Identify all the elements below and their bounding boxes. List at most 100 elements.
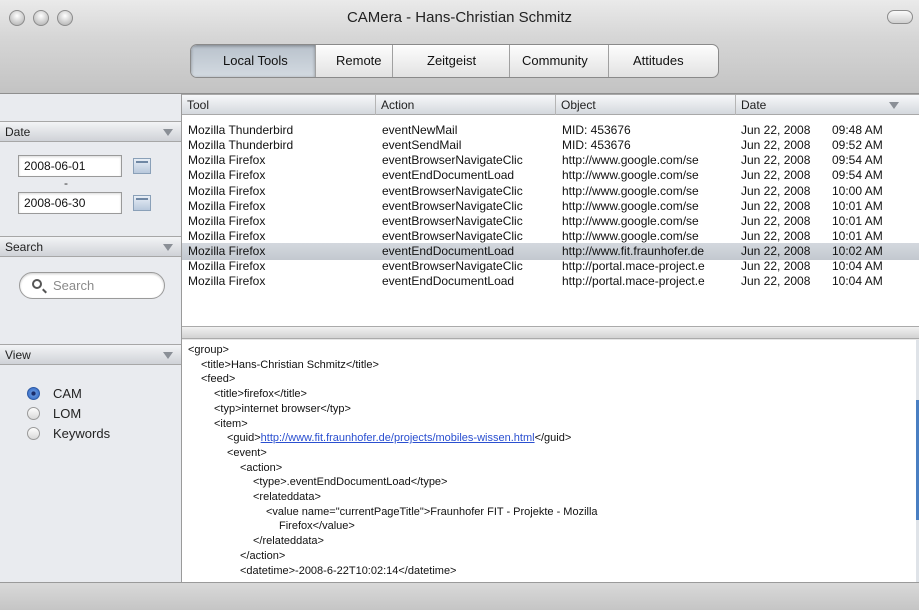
cell-tool: Mozilla Firefox	[188, 168, 266, 182]
cell-date: Jun 22, 2008	[741, 123, 811, 137]
search-input[interactable]: Search	[19, 272, 165, 299]
cell-object: http://www.fit.fraunhofer.de	[562, 244, 705, 258]
cell-action: eventNewMail	[382, 123, 458, 137]
cell-date: Jun 22, 2008	[741, 184, 811, 198]
xml-text: <event>	[227, 446, 267, 459]
radio-cam[interactable]	[27, 387, 40, 400]
column-header-tool[interactable]: Tool	[182, 95, 375, 115]
xml-text: <value name="currentPageTitle">Fraunhofe…	[266, 505, 598, 518]
date-section-header[interactable]: Date	[0, 121, 181, 142]
radio-lom-label[interactable]: LOM	[53, 406, 81, 421]
xml-line: <item>	[214, 418, 248, 431]
app-window: CAMera - Hans-Christian Schmitz Local To…	[0, 0, 919, 610]
radio-lom[interactable]	[27, 407, 40, 420]
split-pane-divider[interactable]	[182, 326, 919, 339]
column-header-date[interactable]: Date	[735, 95, 919, 115]
tab-zeitgeist[interactable]: Zeitgeist	[393, 45, 510, 77]
cell-object: http://www.google.com/se	[562, 214, 699, 228]
xml-guid-link[interactable]: http://www.fit.fraunhofer.de/projects/mo…	[261, 432, 535, 444]
tab-local-tools[interactable]: Local Tools	[191, 45, 316, 77]
column-header-action[interactable]: Action	[375, 95, 555, 115]
table-row[interactable]: Mozilla Firefox eventEndDocumentLoad http:…	[182, 273, 919, 290]
cell-action: eventBrowserNavigateClic	[382, 259, 523, 273]
radio-keywords[interactable]	[27, 427, 40, 440]
cell-tool: Mozilla Firefox	[188, 199, 266, 213]
xml-text: <typ>internet browser</typ>	[214, 402, 351, 415]
table-row[interactable]: Mozilla Firefox eventEndDocumentLoad http:…	[182, 167, 919, 184]
table-header: Tool Action Object Date	[182, 94, 919, 115]
cell-action: eventBrowserNavigateClic	[382, 229, 523, 243]
title-bar: CAMera - Hans-Christian Schmitz Local To…	[0, 0, 919, 94]
xml-line: <typ>internet browser</typ>	[214, 403, 351, 416]
date-from-field[interactable]: 2008-06-01	[18, 155, 122, 177]
xml-line: <value name="currentPageTitle">Fraunhofe…	[266, 506, 598, 519]
xml-text: </guid>	[534, 432, 572, 445]
cell-tool: Mozilla Firefox	[188, 259, 266, 273]
cell-action: eventBrowserNavigateClic	[382, 199, 523, 213]
xml-line: <guid>http://www.fit.fraunhofer.de/proje…	[227, 432, 571, 445]
cell-action: eventEndDocumentLoad	[382, 168, 515, 182]
cell-date: Jun 22, 2008	[741, 199, 811, 213]
cell-time: 09:52 AM	[832, 138, 883, 152]
xml-line: <title>Hans-Christian Schmitz</title>	[201, 359, 379, 372]
cell-time: 10:04 AM	[832, 274, 883, 288]
toolbar-toggle-button[interactable]	[887, 10, 913, 24]
cell-tool: Mozilla Thunderbird	[188, 138, 294, 152]
date-to-field[interactable]: 2008-06-30	[18, 192, 122, 214]
status-bar	[0, 582, 919, 610]
xml-line: <type>.eventEndDocumentLoad</type>	[253, 476, 447, 489]
search-section-label: Search	[5, 240, 44, 254]
chevron-down-icon	[163, 352, 173, 359]
calendar-icon[interactable]	[133, 195, 151, 211]
cell-action: eventSendMail	[382, 138, 462, 152]
cell-time: 09:48 AM	[832, 123, 883, 137]
cell-date: Jun 22, 2008	[741, 274, 811, 288]
cell-tool: Mozilla Firefox	[188, 214, 266, 228]
search-section-header[interactable]: Search	[0, 236, 181, 257]
cell-tool: Mozilla Firefox	[188, 244, 266, 258]
cell-object: http://www.google.com/se	[562, 168, 699, 182]
xml-line: <relateddata>	[253, 491, 321, 504]
chevron-down-icon	[163, 244, 173, 251]
radio-keywords-label[interactable]: Keywords	[53, 426, 110, 441]
xml-text: </action>	[240, 549, 286, 562]
cell-tool: Mozilla Firefox	[188, 153, 266, 167]
xml-line: </action>	[240, 550, 285, 563]
column-header-date-label: Date	[741, 98, 767, 112]
cell-object: http://portal.mace-project.e	[562, 259, 705, 273]
tab-community[interactable]: Community	[510, 45, 609, 77]
cell-action: eventEndDocumentLoad	[382, 244, 515, 258]
cell-time: 10:01 AM	[832, 214, 883, 228]
xml-line: <feed>	[201, 373, 235, 386]
search-placeholder: Search	[53, 278, 95, 293]
tab-attitudes[interactable]: Attitudes	[609, 45, 718, 77]
cell-object: http://portal.mace-project.e	[562, 274, 705, 288]
tab-remote[interactable]: Remote	[316, 45, 393, 77]
event-table: Tool Action Object Date Mozilla Thunderb…	[182, 94, 919, 326]
cell-object: MID: 453676	[562, 138, 631, 152]
xml-text: <feed>	[201, 373, 236, 386]
cell-object: http://www.google.com/se	[562, 184, 699, 198]
cell-date: Jun 22, 2008	[741, 214, 811, 228]
cell-time: 10:01 AM	[832, 229, 883, 243]
xml-line: <title>firefox</title>	[214, 388, 307, 401]
xml-text: <datetime>-2008-6-22T10:02:14</datetime>	[240, 564, 457, 577]
column-header-object[interactable]: Object	[555, 95, 735, 115]
cell-action: eventEndDocumentLoad	[382, 274, 515, 288]
cell-date: Jun 22, 2008	[741, 259, 811, 273]
cell-time: 10:01 AM	[832, 199, 883, 213]
xml-text: <type>.eventEndDocumentLoad</type>	[253, 476, 448, 489]
cell-tool: Mozilla Thunderbird	[188, 123, 294, 137]
cell-date: Jun 22, 2008	[741, 244, 811, 258]
cell-object: http://www.google.com/se	[562, 153, 699, 167]
sort-descending-icon	[889, 102, 899, 109]
calendar-icon[interactable]	[133, 158, 151, 174]
cell-date: Jun 22, 2008	[741, 168, 811, 182]
cell-date: Jun 22, 2008	[741, 153, 811, 167]
xml-text: <group>	[188, 344, 229, 356]
cell-date: Jun 22, 2008	[741, 138, 811, 152]
radio-cam-label[interactable]: CAM	[53, 386, 82, 401]
cell-action: eventBrowserNavigateClic	[382, 153, 523, 167]
view-section-header[interactable]: View	[0, 344, 181, 365]
xml-text: <title>Hans-Christian Schmitz</title>	[201, 358, 379, 371]
